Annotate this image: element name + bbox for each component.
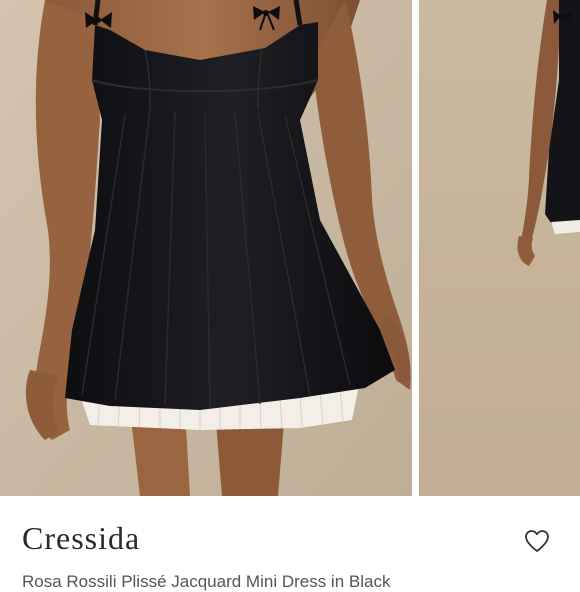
product-subtitle: Rosa Rossili Plissé Jacquard Mini Dress … xyxy=(22,572,391,591)
product-photo-main-image xyxy=(0,0,412,496)
favorite-button[interactable] xyxy=(520,524,554,558)
product-photo-next[interactable] xyxy=(419,0,580,496)
product-photo-next-image xyxy=(419,0,580,496)
product-image-gallery[interactable] xyxy=(0,0,580,496)
heart-outline-icon xyxy=(525,530,549,552)
product-photo-main[interactable] xyxy=(0,0,412,496)
product-title: Cressida xyxy=(22,520,141,556)
